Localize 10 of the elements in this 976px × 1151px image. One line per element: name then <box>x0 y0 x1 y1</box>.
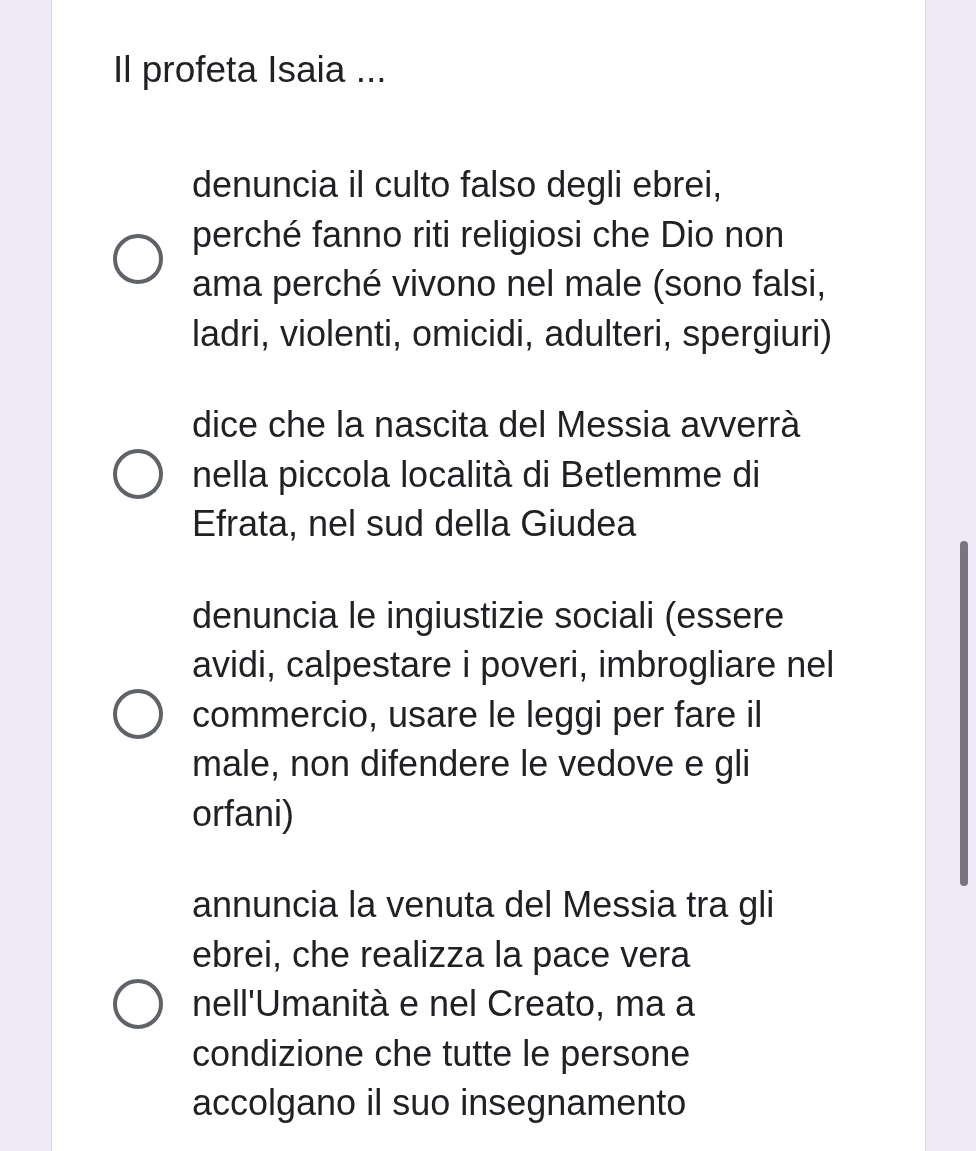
radio-button[interactable] <box>113 689 163 740</box>
option-label: denuncia il culto falso degli ebrei, perché fanno riti religiosi che Dio non ama perché vivono nel male (sono falsi, ladri, violenti, omicidi, adulteri, spergiuri) <box>192 163 834 356</box>
option-label: denuncia le ingiustizie sociali (essere avidi, calpestare i poveri, imbrogliare nel commercio, usare le leggi per fare il male, non difendere le vedove e gli orfani) <box>192 593 836 836</box>
question-title: Il profeta Isaia ... <box>113 48 387 92</box>
option-label: annuncia la venuta del Messia tra gli ebrei, che realizza la pace vera nell'Umanità e nel Creato, ma a condizione che tutte le persone accolgano il suo insegnamento <box>192 883 776 1125</box>
radio-button[interactable] <box>113 449 163 500</box>
option-label: dice che la nascita del Messia avverrà nella piccola località di Betlemme di Efrata, nel sud della Giudea <box>192 403 802 546</box>
radio-button[interactable] <box>113 234 163 284</box>
scrollbar-thumb[interactable] <box>960 541 968 886</box>
radio-button[interactable] <box>113 978 163 1029</box>
